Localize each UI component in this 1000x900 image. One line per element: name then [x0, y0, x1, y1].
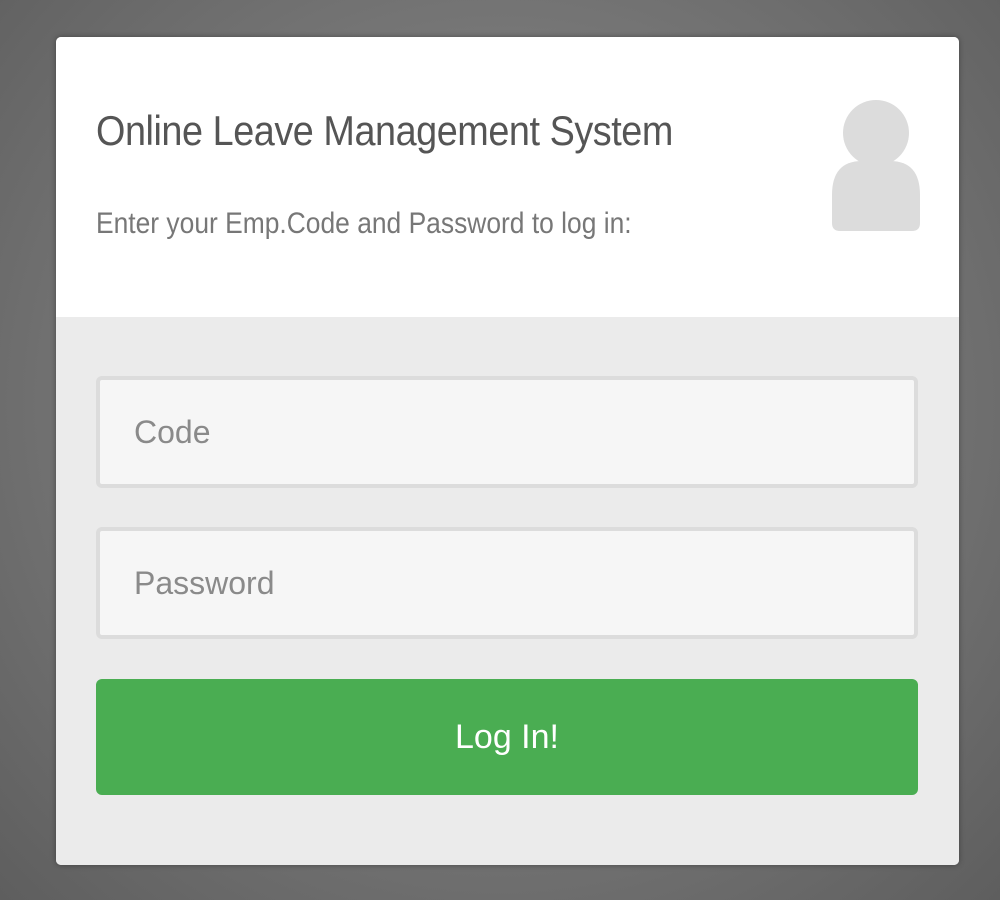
user-avatar-icon: [832, 100, 920, 231]
emp-code-input[interactable]: [96, 376, 918, 488]
page-title: Online Leave Management System: [96, 107, 673, 154]
login-card: Online Leave Management System Enter you…: [56, 37, 959, 865]
login-header: Online Leave Management System Enter you…: [56, 37, 959, 317]
login-instructions: Enter your Emp.Code and Password to log …: [96, 207, 632, 240]
password-input[interactable]: [96, 527, 918, 639]
login-button[interactable]: Log In!: [96, 679, 918, 795]
